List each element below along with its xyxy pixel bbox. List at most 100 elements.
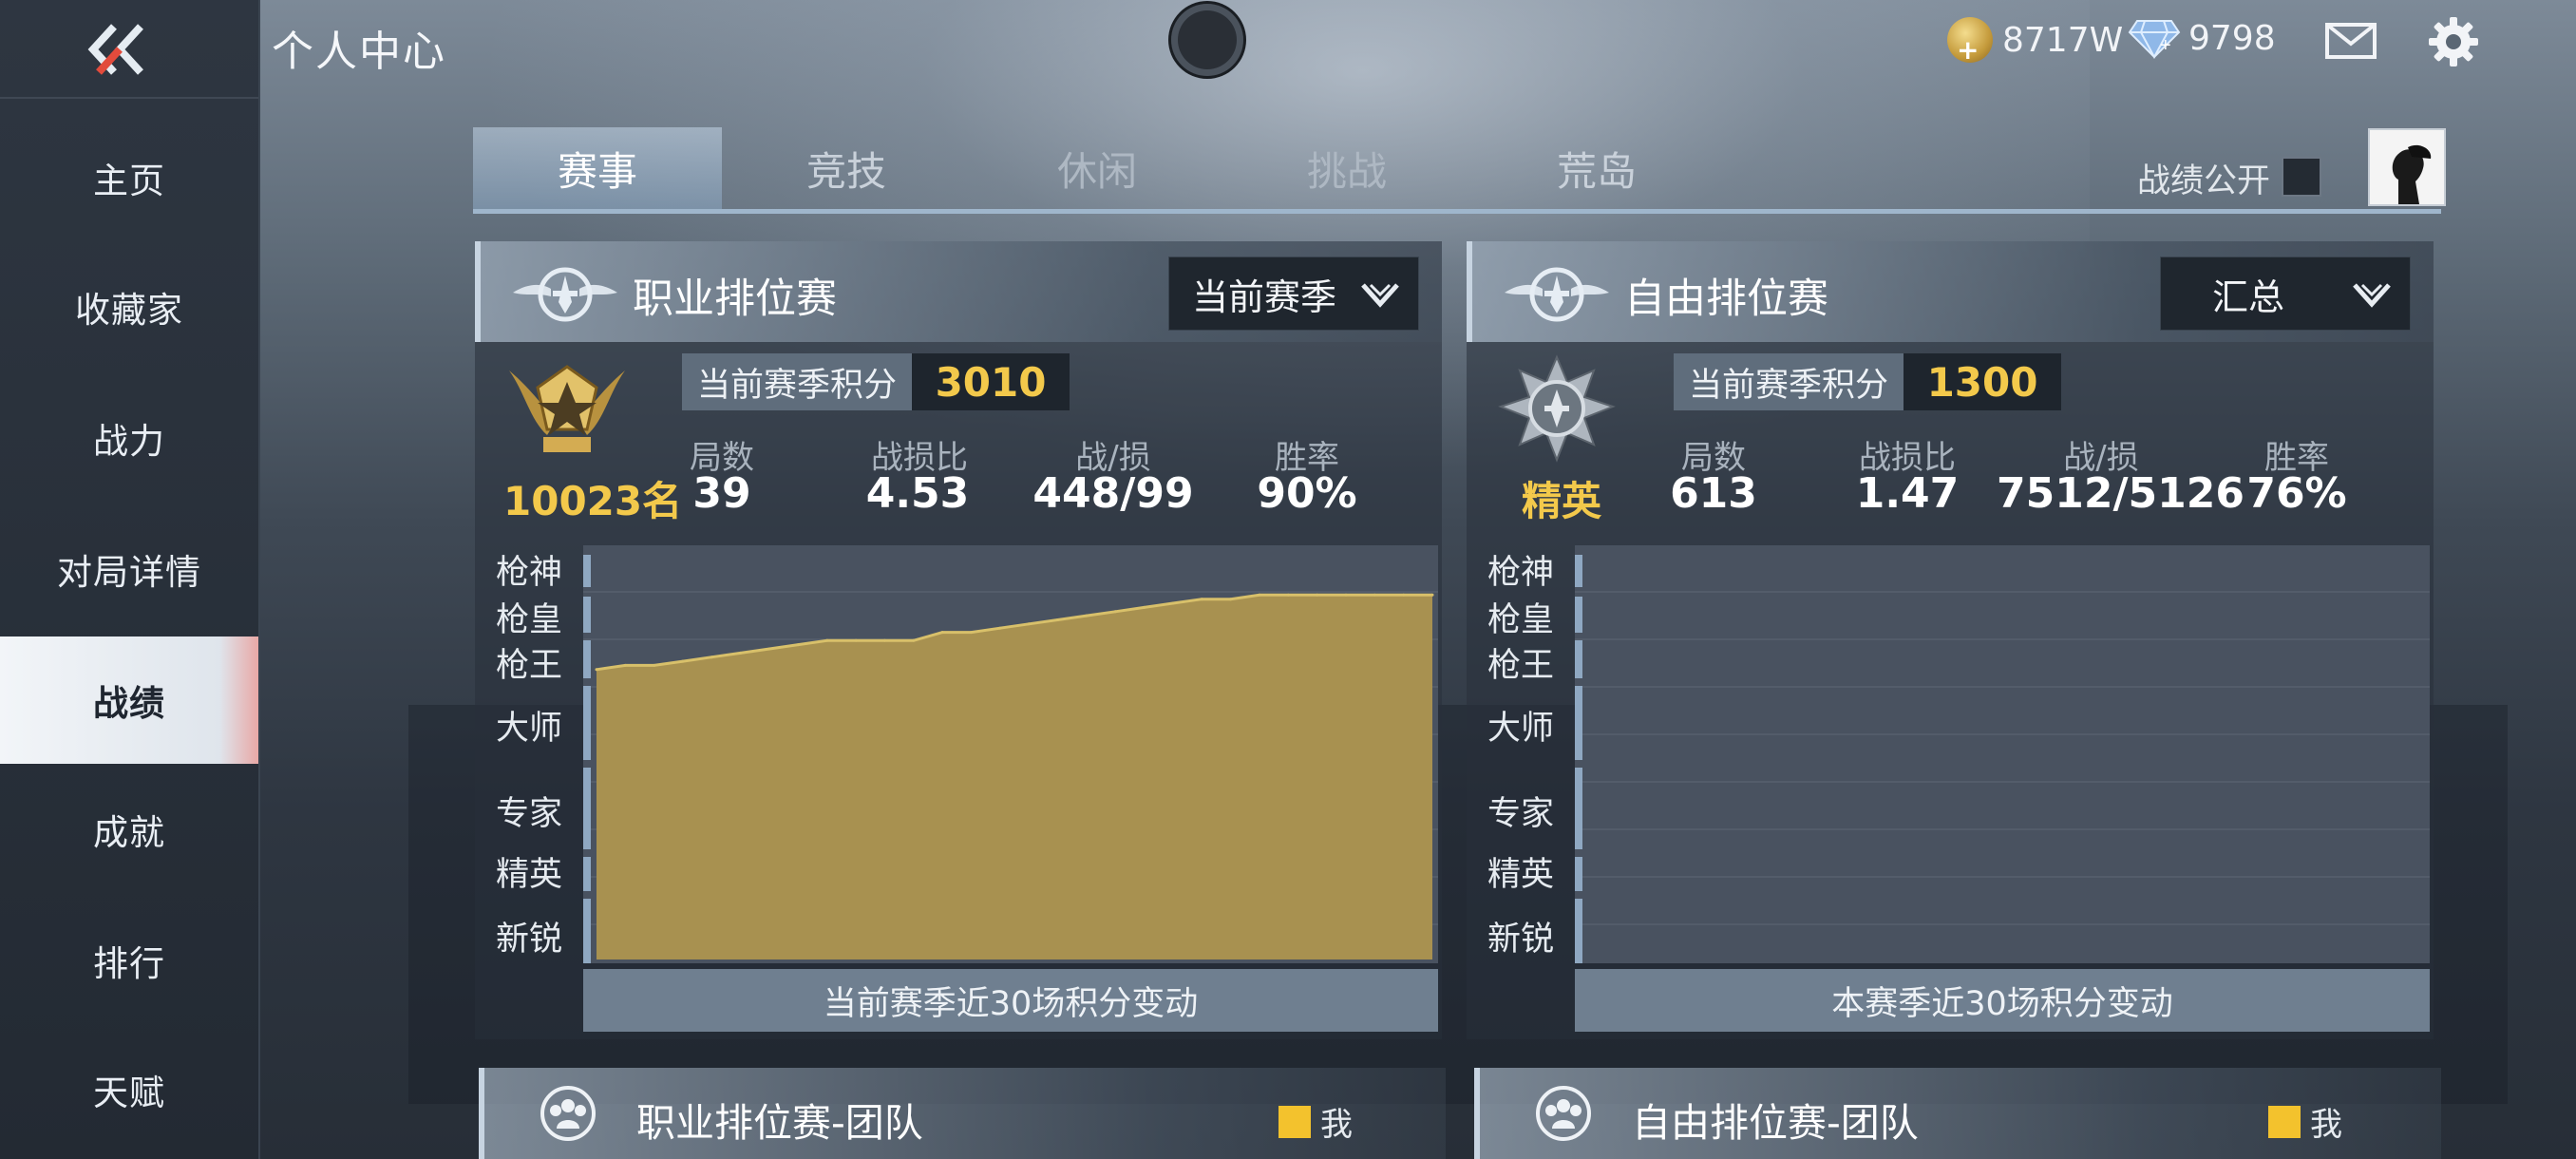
- tier-label: 大师: [1487, 710, 1555, 748]
- chart-point: [1229, 598, 1233, 601]
- sidebar-item-label: 战力: [93, 421, 165, 462]
- record-public-checkbox[interactable]: [2282, 157, 2321, 197]
- gold-currency[interactable]: 8717W: [1947, 17, 2123, 66]
- team-group-icon: [540, 1086, 596, 1141]
- tab-island[interactable]: 荒岛: [1472, 127, 1721, 209]
- chart-point: [940, 631, 944, 635]
- winged-emblem-icon: [513, 267, 617, 322]
- sidebar-item-achievements[interactable]: 成就: [0, 766, 258, 893]
- svg-text:+: +: [2160, 35, 2171, 56]
- team-group-icon: [1536, 1086, 1591, 1141]
- sidebar-item-label: 对局详情: [57, 552, 201, 593]
- stat-value: 90%: [1257, 469, 1357, 518]
- tabbar-underline: [473, 209, 2441, 214]
- chart-point: [739, 651, 743, 655]
- chart-point: [912, 638, 916, 642]
- summary-dropdown[interactable]: 汇总: [2160, 256, 2411, 331]
- tab-competitive[interactable]: 竞技: [722, 127, 971, 209]
- legend-swatch: [2268, 1105, 2301, 1138]
- tier-label: 专家: [496, 795, 563, 833]
- dropdown-label: 汇总: [2212, 276, 2285, 318]
- tier-label: 精英: [496, 856, 563, 894]
- chart-point: [653, 663, 656, 667]
- chevron-down-icon: [1342, 257, 1418, 330]
- tier-label: 枪皇: [496, 601, 563, 639]
- sidebar-item-label: 成就: [93, 812, 165, 853]
- score-chart-empty: [1575, 545, 2430, 963]
- season-dropdown[interactable]: 当前赛季: [1168, 256, 1419, 331]
- stat-value: 7512/5126: [1997, 469, 2245, 518]
- tab-label: 挑战: [1306, 147, 1387, 195]
- free-ranked-panel: 自由排位赛 汇总 精英 当前赛季积分 1300 局数 战损比 战/损 胜率 61…: [1467, 241, 2434, 1039]
- tier-label: 新锐: [1487, 921, 1555, 959]
- chart-point: [1085, 614, 1089, 618]
- score-value: 3010: [912, 353, 1070, 410]
- chart-point: [970, 631, 973, 635]
- sidebar-item-label: 天赋: [93, 1073, 165, 1113]
- legend-label: 我: [2310, 1106, 2342, 1144]
- tier-tick: [1575, 640, 1582, 678]
- sidebar-item-records[interactable]: 战绩: [0, 636, 258, 764]
- score-label: 当前赛季积分: [682, 353, 913, 410]
- sidebar-item-power[interactable]: 战力: [0, 374, 258, 502]
- sidebar-item-match-details[interactable]: 对局详情: [0, 505, 258, 633]
- gold-rank-badge-icon: [509, 365, 625, 452]
- chart-point: [825, 638, 829, 642]
- sidebar-item-label: 收藏家: [75, 290, 183, 331]
- tier-label: 枪王: [1487, 647, 1555, 685]
- stat-value: 1.47: [1855, 469, 1960, 518]
- chart-point: [1113, 610, 1117, 614]
- tab-label: 竞技: [805, 147, 886, 195]
- tab-casual[interactable]: 休闲: [973, 127, 1222, 209]
- elite-rank-badge-icon: [1498, 354, 1616, 463]
- score-value: 1300: [1904, 353, 2062, 410]
- tab-label: 休闲: [1056, 147, 1137, 195]
- legend-label: 我: [1320, 1106, 1353, 1144]
- free-ranked-header: 自由排位赛 汇总: [1467, 241, 2434, 342]
- stat-value: 39: [692, 469, 751, 518]
- chart-point: [1316, 593, 1319, 597]
- record-public-label: 战绩公开: [2137, 162, 2271, 200]
- tier-label: 枪神: [1487, 554, 1555, 592]
- chart-point: [796, 643, 800, 647]
- sidebar-item-talent[interactable]: 天赋: [0, 1026, 258, 1153]
- team-title: 职业排位赛-团队: [636, 1100, 923, 1146]
- tier-tick: [583, 686, 591, 760]
- winged-emblem-icon: [1505, 267, 1609, 322]
- score-area-chart: [595, 593, 1434, 960]
- tab-challenge[interactable]: 挑战: [1222, 127, 1471, 209]
- tier-tick: [583, 640, 591, 678]
- score-chart: [583, 545, 1438, 963]
- avatar[interactable]: [2368, 128, 2446, 206]
- pro-ranked-panel: 职业排位赛 当前赛季 10023名 当前赛季积分 3010 局数 战损比 战/损…: [475, 241, 1442, 1039]
- sidebar-item-collector[interactable]: 收藏家: [0, 243, 258, 370]
- mail-icon[interactable]: [2325, 23, 2377, 59]
- chart-point: [767, 647, 771, 651]
- sidebar-item-label: 战绩: [93, 683, 165, 724]
- tier-tick: [1575, 857, 1582, 891]
- panel-title: 自由排位赛: [1624, 276, 1828, 323]
- chart-point: [1373, 593, 1376, 597]
- tier-label: 枪神: [496, 554, 563, 592]
- back-button[interactable]: [0, 0, 258, 99]
- chart-area: [597, 595, 1432, 960]
- chart-point: [1171, 601, 1175, 605]
- tier-tick: [1575, 555, 1582, 587]
- pro-team-header[interactable]: 职业排位赛-团队 我: [479, 1068, 1446, 1159]
- tier-tick: [1575, 597, 1582, 633]
- season-score: 当前赛季积分 3010: [682, 353, 1070, 410]
- free-team-header[interactable]: 自由排位赛-团队 我: [1474, 1068, 2441, 1159]
- diamond-currency[interactable]: + 9798: [2128, 17, 2276, 59]
- panel-title: 职业排位赛: [633, 276, 837, 323]
- gear-icon[interactable]: [2427, 15, 2480, 68]
- sidebar-item-ranking[interactable]: 排行: [0, 897, 258, 1024]
- chart-point: [1143, 605, 1146, 609]
- sidebar-item-home[interactable]: 主页: [0, 114, 258, 241]
- tier-label: 专家: [1487, 795, 1555, 833]
- tier-tick: [583, 768, 591, 849]
- chart-point: [1430, 593, 1434, 597]
- tab-events[interactable]: 赛事: [473, 127, 722, 209]
- tab-label: 荒岛: [1556, 147, 1637, 195]
- me-legend: 我: [2268, 1098, 2342, 1145]
- avatar-image: [2370, 130, 2444, 204]
